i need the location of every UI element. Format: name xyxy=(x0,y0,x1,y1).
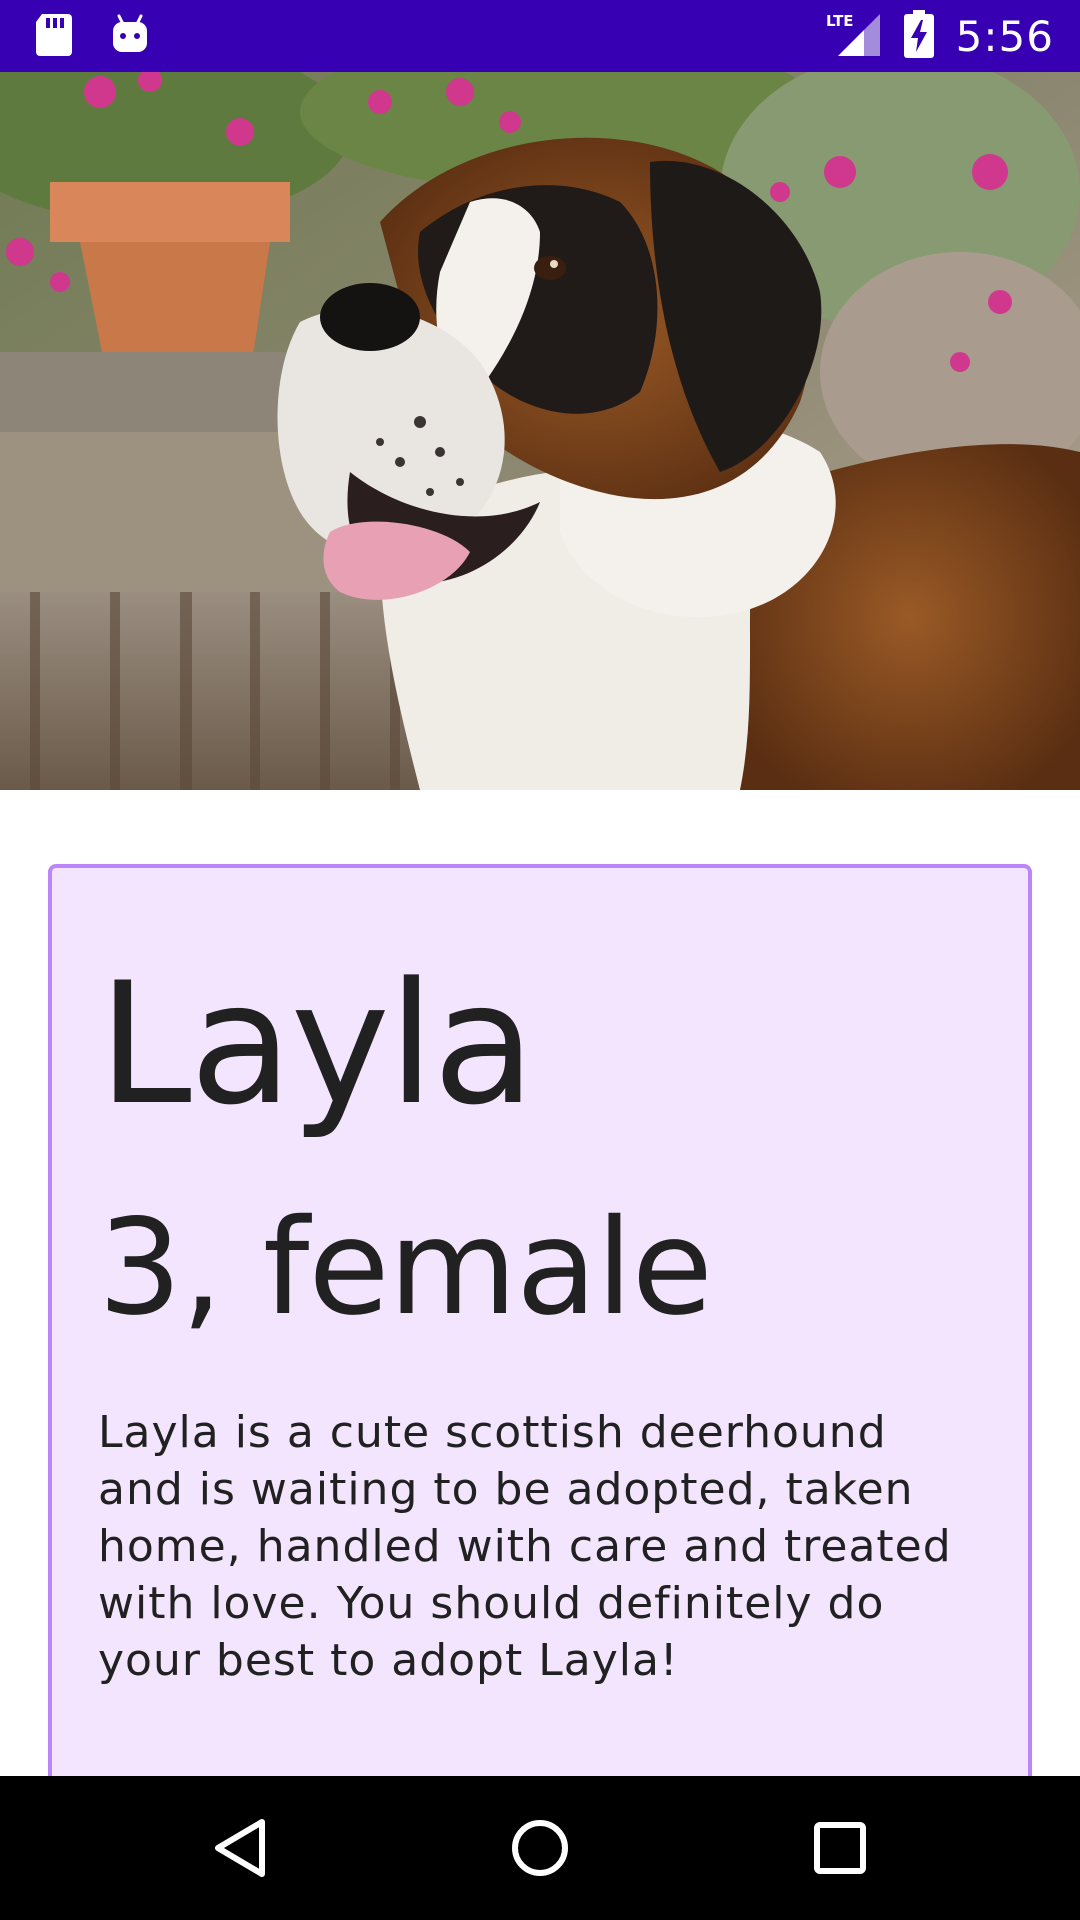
sd-card-icon xyxy=(34,12,74,62)
network-label: LTE xyxy=(826,12,854,30)
status-bar: LTE 5:56 xyxy=(0,0,1080,72)
battery-charging-icon xyxy=(903,10,934,62)
pet-name: Layla xyxy=(98,946,536,1142)
back-icon xyxy=(215,1819,265,1877)
home-button[interactable] xyxy=(480,1776,600,1920)
android-icon xyxy=(110,12,150,62)
pet-age-gender: 3, female xyxy=(98,1191,713,1345)
dog-photo xyxy=(0,72,1080,790)
navigation-bar xyxy=(0,1776,1080,1920)
lte-signal-icon: LTE xyxy=(826,10,882,62)
recents-button[interactable] xyxy=(780,1776,900,1920)
pet-description: Layla is a cute scottish deerhound and i… xyxy=(98,1407,952,1686)
back-button[interactable] xyxy=(180,1776,300,1920)
pet-detail-screen: LTE 5:56 Layla 3, female Layla is a cute… xyxy=(0,0,1080,1920)
recents-icon xyxy=(814,1822,866,1874)
status-time: 5:56 xyxy=(955,11,1054,61)
pet-info-card: Layla 3, female Layla is a cute scottish… xyxy=(48,864,1032,1920)
home-icon xyxy=(512,1820,568,1876)
